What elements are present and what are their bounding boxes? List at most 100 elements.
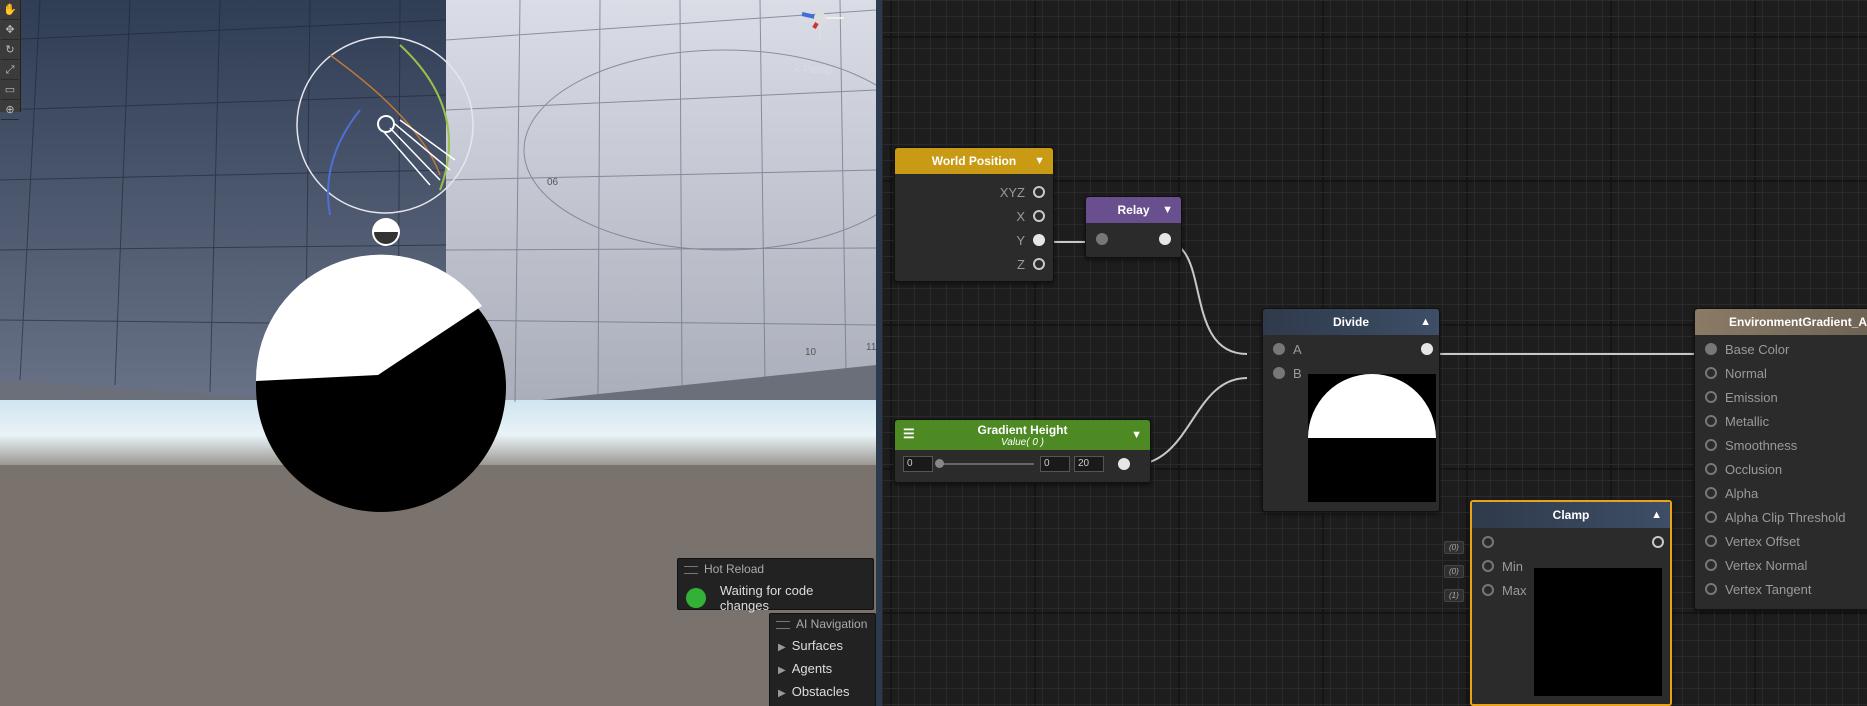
port-label: Vertex Normal: [1725, 557, 1808, 573]
port-label: B: [1293, 365, 1302, 381]
port-label: Base Color: [1725, 341, 1790, 357]
node-title: World Position: [931, 154, 1017, 168]
master-output-node[interactable]: EnvironmentGradient_A Base Color Normal …: [1694, 308, 1867, 610]
node-title: Gradient Height: [977, 422, 1068, 437]
port-label: Max: [1502, 582, 1527, 598]
gradient-height-node[interactable]: ☰ Gradient Height Value( 0 ) ▼ 0 0 20: [894, 419, 1151, 483]
master-output-header[interactable]: EnvironmentGradient_A: [1695, 309, 1867, 335]
collapse-arrow-icon[interactable]: ▼: [1034, 155, 1045, 167]
shader-graph-canvas[interactable]: World Position ▼ XYZ X Y Z Relay ▼ ☰ Gra…: [882, 0, 1867, 706]
port-label: Alpha: [1725, 485, 1759, 501]
hand-tool-icon[interactable]: ✋: [1, 1, 19, 20]
normal-port-icon[interactable]: [1705, 367, 1717, 379]
port-label: Alpha Clip Threshold: [1725, 509, 1846, 525]
transform-tool-icon[interactable]: ⊕: [1, 101, 19, 120]
move-tool-icon[interactable]: ✥: [1, 21, 19, 40]
gradient-output-port-icon[interactable]: [1118, 458, 1130, 470]
clamp-output-port-icon[interactable]: [1652, 536, 1664, 548]
port-label: Normal: [1725, 365, 1767, 381]
node-title: Divide: [1332, 315, 1369, 329]
node-title: Clamp: [1552, 508, 1590, 522]
port-label: X: [1016, 208, 1025, 224]
relay-header[interactable]: Relay ▼: [1086, 197, 1181, 223]
port-label: A: [1293, 341, 1302, 357]
hot-reload-panel: Hot Reload Waiting for code changes: [677, 558, 874, 613]
port-xyz-icon[interactable]: [1033, 186, 1045, 198]
ai-nav-item-agents[interactable]: ▶ Agents: [770, 657, 875, 680]
ai-nav-item-surfaces[interactable]: ▶ Surfaces: [770, 634, 875, 657]
default-value-tag[interactable]: (1): [1444, 589, 1464, 602]
node-subtitle: Value( 0 ): [1001, 436, 1044, 448]
scene-view[interactable]: 06 10 11 < Persp ✋ ✥ ↻ ⤢ ▭ ⊕ Hot Reload …: [0, 0, 876, 706]
divide-a-port-icon[interactable]: [1273, 343, 1285, 355]
clamp-header[interactable]: Clamp ▲: [1472, 502, 1670, 528]
clamp-max-port-icon[interactable]: [1482, 584, 1494, 596]
max-field[interactable]: 20: [1074, 456, 1104, 472]
world-position-node[interactable]: World Position ▼ XYZ X Y Z: [894, 147, 1054, 282]
scale-tool-icon[interactable]: ⤢: [1, 61, 19, 80]
menu-icon[interactable]: ☰: [903, 426, 915, 442]
port-label: Vertex Tangent: [1725, 581, 1812, 597]
vertex-offset-port-icon[interactable]: [1705, 535, 1717, 547]
port-label: Min: [1502, 558, 1523, 574]
default-value-tag[interactable]: (0): [1444, 565, 1464, 578]
smoothness-port-icon[interactable]: [1705, 439, 1717, 451]
rotate-tool-icon[interactable]: ↻: [1, 41, 19, 60]
hot-reload-status: Waiting for code changes: [719, 583, 814, 613]
expand-arrow-icon[interactable]: ▲: [1651, 509, 1662, 521]
divide-b-port-icon[interactable]: [1273, 367, 1285, 379]
vertex-normal-port-icon[interactable]: [1705, 559, 1717, 571]
expand-arrow-icon[interactable]: ▲: [1420, 316, 1431, 328]
port-label: XYZ: [999, 184, 1025, 200]
ai-navigation-panel: AI Navigation ▶ Surfaces ▶ Agents ▶ Obstacl…: [769, 613, 876, 706]
ai-nav-item-obstacles[interactable]: ▶ Obstacles: [770, 680, 875, 703]
base-color-port-icon[interactable]: [1705, 343, 1717, 355]
hot-reload-title: Hot Reload: [678, 559, 873, 579]
gizmo-label[interactable]: < Persp: [794, 64, 832, 76]
node-title: EnvironmentGradient_A: [1729, 315, 1867, 329]
rect-tool-icon[interactable]: ▭: [1, 81, 19, 100]
port-label: Vertex Offset: [1725, 533, 1800, 549]
port-label: Emission: [1725, 389, 1778, 405]
port-x-icon[interactable]: [1033, 210, 1045, 222]
svg-text:10: 10: [805, 347, 817, 358]
port-label: Metallic: [1725, 413, 1770, 429]
occlusion-port-icon[interactable]: [1705, 463, 1717, 475]
default-value-tag[interactable]: (0): [1444, 541, 1464, 554]
value-field[interactable]: 0: [903, 456, 933, 472]
svg-text:11: 11: [866, 342, 876, 353]
port-label: Smoothness: [1725, 437, 1798, 453]
tool-palette: ✋ ✥ ↻ ⤢ ▭ ⊕: [0, 0, 21, 120]
clamp-in-port-icon[interactable]: [1482, 536, 1494, 548]
clamp-min-port-icon[interactable]: [1482, 560, 1494, 572]
alpha-port-icon[interactable]: [1705, 487, 1717, 499]
relay-input-port-icon[interactable]: [1096, 233, 1108, 245]
port-z-icon[interactable]: [1033, 258, 1045, 270]
port-y-icon[interactable]: [1033, 234, 1045, 246]
divide-header[interactable]: Divide ▲: [1263, 309, 1439, 335]
clamp-preview: [1534, 568, 1662, 696]
collapse-arrow-icon[interactable]: ▼: [1162, 204, 1173, 216]
node-title: Relay: [1117, 203, 1150, 217]
gradient-height-header[interactable]: ☰ Gradient Height Value( 0 ) ▼: [895, 420, 1150, 450]
relay-output-port-icon[interactable]: [1159, 233, 1171, 245]
value-slider[interactable]: [935, 459, 1034, 468]
metallic-port-icon[interactable]: [1705, 415, 1717, 427]
svg-text:06: 06: [547, 177, 559, 188]
divide-node[interactable]: Divide ▲ A B: [1262, 308, 1440, 512]
wire-relay-to-divide-a: [1164, 241, 1248, 355]
collapse-arrow-icon[interactable]: ▼: [1131, 429, 1142, 441]
alpha-clip-port-icon[interactable]: [1705, 511, 1717, 523]
relay-node[interactable]: Relay ▼: [1085, 196, 1182, 258]
divide-output-port-icon[interactable]: [1421, 343, 1433, 355]
vertex-tangent-port-icon[interactable]: [1705, 583, 1717, 595]
port-label: Y: [1016, 232, 1025, 248]
port-label: Z: [1017, 256, 1025, 272]
emission-port-icon[interactable]: [1705, 391, 1717, 403]
port-label: Occlusion: [1725, 461, 1783, 477]
ai-navigation-title: AI Navigation: [770, 614, 875, 634]
clamp-node[interactable]: Clamp ▲ Min Max: [1470, 500, 1672, 706]
world-position-header[interactable]: World Position ▼: [895, 148, 1053, 174]
min-field[interactable]: 0: [1040, 456, 1070, 472]
divide-preview: [1308, 374, 1436, 502]
